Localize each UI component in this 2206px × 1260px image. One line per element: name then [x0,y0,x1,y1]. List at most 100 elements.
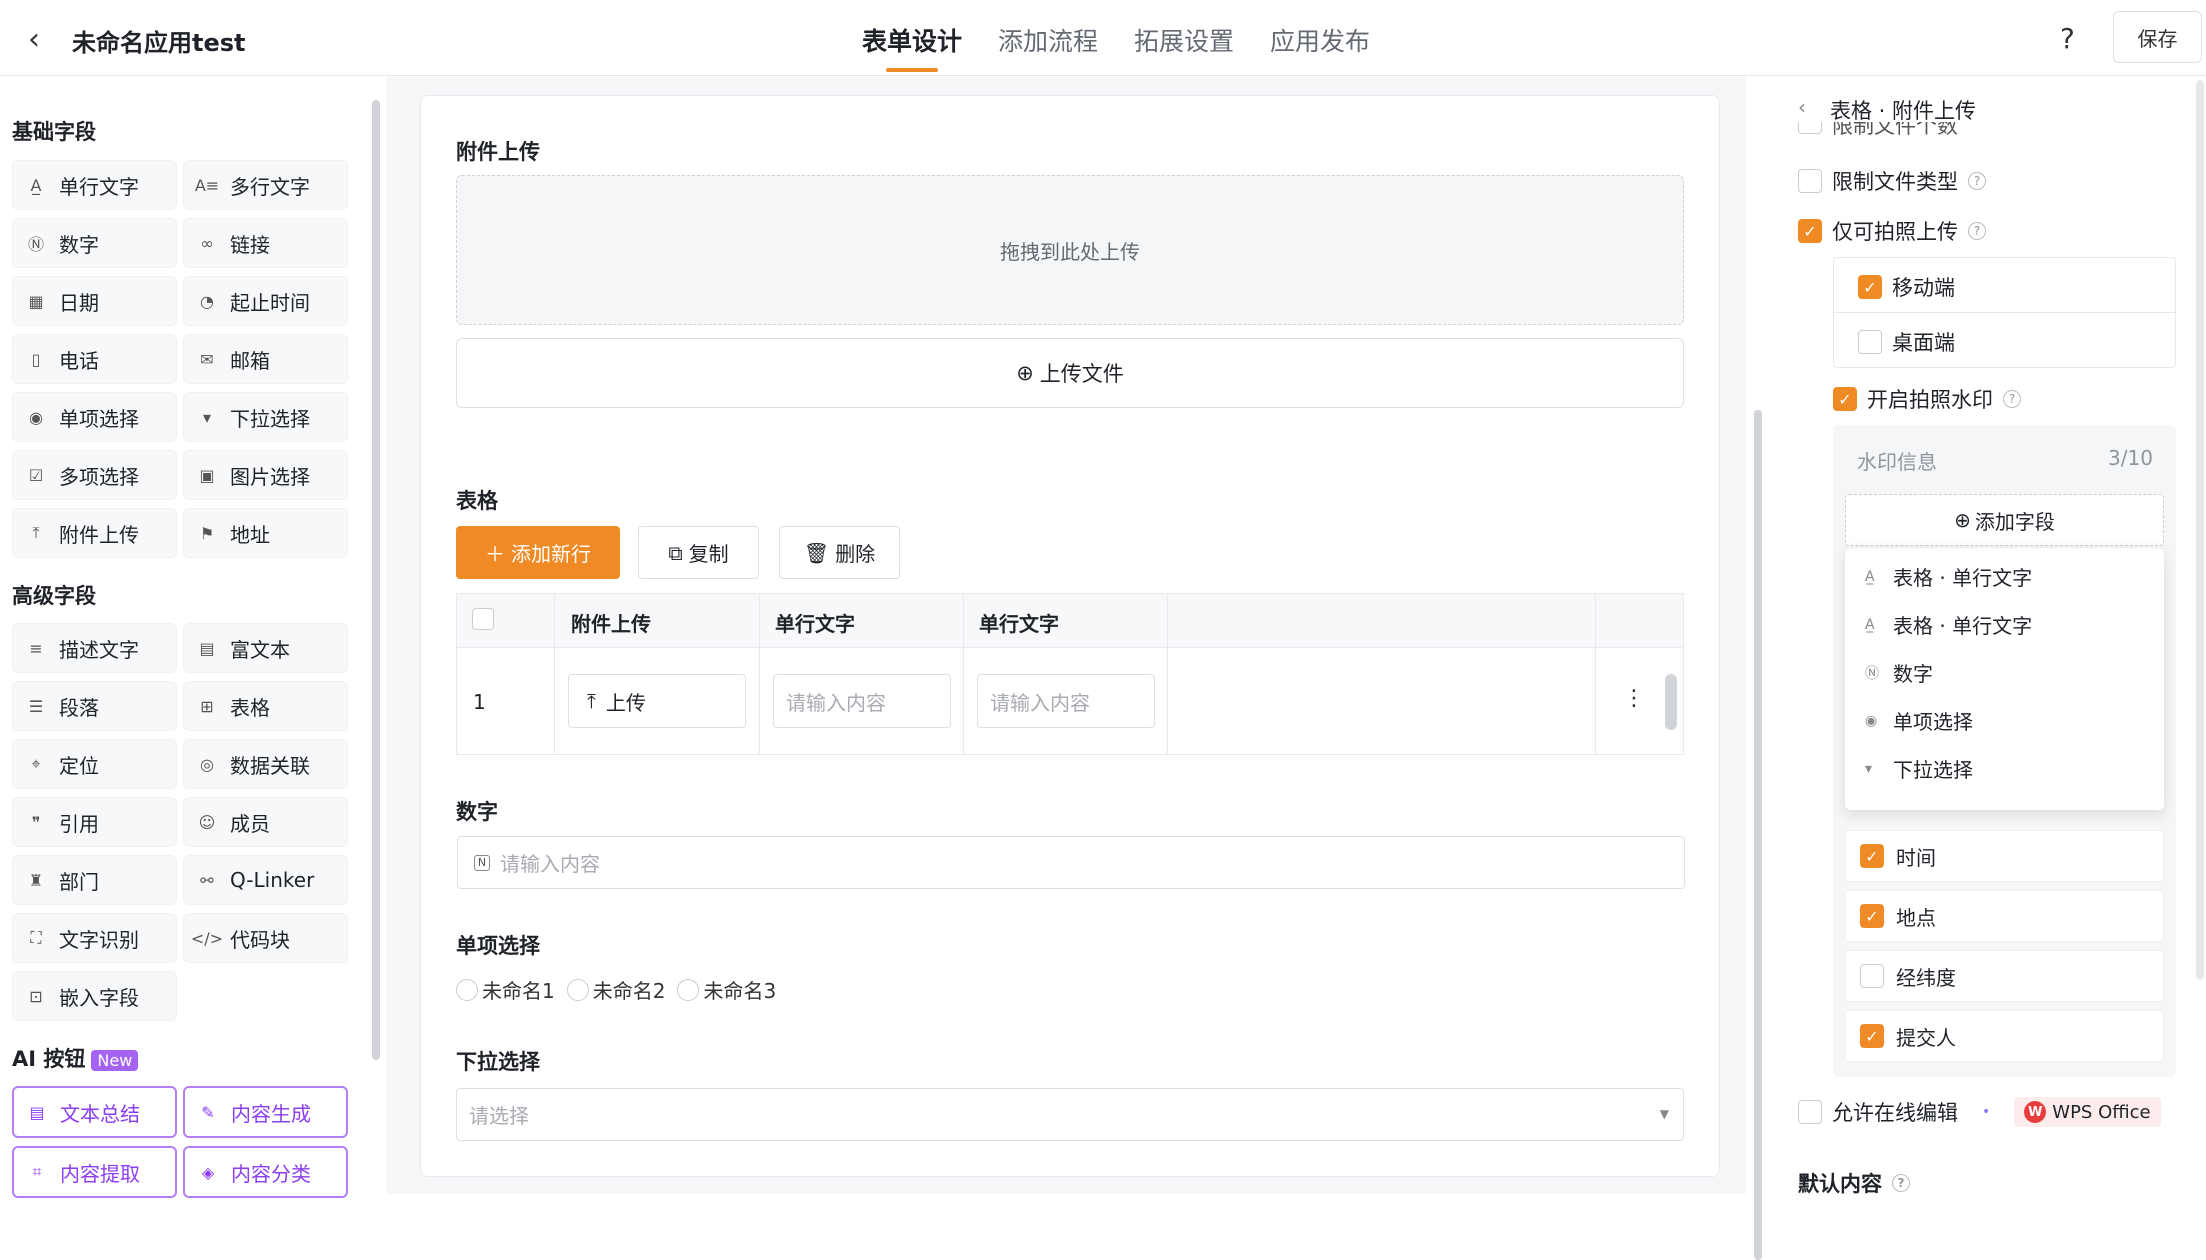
checkbox-checked[interactable]: ✓ [1860,844,1884,868]
upload-icon: ⤒ [32,523,40,542]
watermark-item[interactable]: ✓ 地点 [1845,890,2164,942]
dropdown-menu-item[interactable]: A̲ 表格 · 单行文字 [1865,562,2032,591]
field-button-address[interactable]: ⚑ 地址 [183,508,348,558]
field-button-reference[interactable]: ❞ 引用 [12,797,177,847]
field-button-embed[interactable]: ⊡ 嵌入字段 [12,971,177,1021]
photo-only-option[interactable]: ✓ 仅可拍照上传? [1798,216,1986,246]
field-button-multi-line-text[interactable]: A≡ 多行文字 [183,160,348,210]
field-button-link[interactable]: ∞ 链接 [183,218,348,268]
canvas-scrollbar[interactable] [1752,80,1764,1260]
number-placeholder: 请输入内容 [500,852,600,876]
checkbox[interactable] [1860,964,1884,988]
canvas-scroll-thumb[interactable] [1754,410,1762,1260]
back-arrow-icon[interactable]: ‹ [28,22,40,57]
col-divider [1167,594,1168,754]
field-button-image[interactable]: ▣ 图片选择 [183,450,348,500]
field-button-ocr[interactable]: ⛶ 文字识别 [12,913,177,963]
field-button-paragraph[interactable]: ☰ 段落 [12,681,177,731]
tab-extension-settings[interactable]: 拓展设置 [1134,22,1234,68]
cell-text-input[interactable]: 请输入内容 [977,674,1155,728]
number-input[interactable]: N 请输入内容 [457,836,1685,889]
field-button-date[interactable]: ▦ 日期 [12,276,177,326]
dropdown-select[interactable]: 请选择 ▼ [456,1088,1684,1141]
delete-button[interactable]: 🗑 删除 [779,526,900,579]
sidebar-scrollbar[interactable] [370,80,382,1190]
upload-dropzone[interactable]: 拖拽到此处上传 [456,175,1684,325]
watermark-item-label: 经纬度 [1896,965,1956,990]
field-button-time-range[interactable]: ◔ 起止时间 [183,276,348,326]
mobile-option[interactable]: ✓ 移动端 [1858,272,1955,302]
field-button-extract[interactable]: ⌗ 内容提取 [12,1146,177,1198]
field-button-radio[interactable]: ◉ 单项选择 [12,392,177,442]
checkbox-checked[interactable]: ✓ [1798,219,1822,243]
add-row-button[interactable]: ＋添加新行 [456,526,620,579]
field-button-checkbox[interactable]: ☑ 多项选择 [12,450,177,500]
row-more-icon[interactable]: ⋮ [1623,686,1645,711]
field-button-generate[interactable]: ✎ 内容生成 [183,1086,348,1138]
checkbox[interactable] [1798,122,1822,134]
tab-form-design[interactable]: 表单设计 [862,22,962,72]
radio-option[interactable]: 未命名1 [456,975,555,1004]
field-button-number[interactable]: Ⓝ 数字 [12,218,177,268]
field-button-description[interactable]: ≡ 描述文字 [12,623,177,673]
field-button-data-link[interactable]: ◎ 数据关联 [183,739,348,789]
copy-label: 复制 [688,542,729,566]
limit-file-type-option[interactable]: 限制文件类型? [1798,166,1986,196]
field-button-rich-text[interactable]: ▤ 富文本 [183,623,348,673]
field-button-single-line-text[interactable]: A̲ 单行文字 [12,160,177,210]
help-icon[interactable]: ? [1968,222,1986,240]
watermark-item[interactable]: ✓ 提交人 [1845,1010,2164,1062]
save-button[interactable]: 保存 [2113,11,2202,63]
checkbox[interactable] [1858,330,1882,354]
menu-item-label: 表格 · 单行文字 [1893,614,2033,638]
copy-button[interactable]: ⧉ 复制 [638,526,759,579]
desktop-option[interactable]: 桌面端 [1858,327,1955,357]
field-button-code[interactable]: </> 代码块 [183,913,348,963]
field-button-department[interactable]: ♜ 部门 [12,855,177,905]
field-button-location[interactable]: ⌖ 定位 [12,739,177,789]
panel-back-icon[interactable]: ‹ [1798,95,1806,119]
field-button-classify[interactable]: ◈ 内容分类 [183,1146,348,1198]
field-button-email[interactable]: ✉ 邮箱 [183,334,348,384]
help-icon[interactable]: ? [1968,172,1986,190]
help-icon[interactable]: ? [1892,1174,1910,1192]
checkbox[interactable] [1798,1100,1822,1124]
upload-file-button[interactable]: ⊕ 上传文件 [456,338,1684,408]
wps-office-badge[interactable]: W WPS Office [2014,1097,2161,1127]
table-scrollbar[interactable] [1665,674,1677,730]
panel-scrollbar[interactable] [2196,80,2204,980]
radio-option[interactable]: 未命名3 [677,975,776,1004]
field-button-summary[interactable]: ▤ 文本总结 [12,1086,177,1138]
checkbox[interactable] [1798,169,1822,193]
checkbox-checked[interactable]: ✓ [1860,1024,1884,1048]
select-all-checkbox[interactable] [472,608,494,630]
add-field-button[interactable]: ⊕ 添加字段 [1845,494,2164,546]
sidebar-scroll-thumb[interactable] [372,100,380,1060]
cell-upload-button[interactable]: ⤒ 上传 [568,674,746,728]
watermark-item[interactable]: 经纬度 [1845,950,2164,1002]
checkbox-checked[interactable]: ✓ [1858,275,1882,299]
field-button-qlinker[interactable]: ⚯ Q-Linker [183,855,348,905]
cell-text-input[interactable]: 请输入内容 [773,674,951,728]
help-icon[interactable]: ? [2060,22,2075,55]
dropdown-menu-item[interactable]: ◉ 单项选择 [1865,706,1973,735]
watermark-option[interactable]: ✓ 开启拍照水印? [1833,384,2021,414]
field-button-phone[interactable]: ▯ 电话 [12,334,177,384]
field-button-member[interactable]: ☺ 成员 [183,797,348,847]
tab-add-process[interactable]: 添加流程 [998,22,1098,68]
field-button-dropdown[interactable]: ▾ 下拉选择 [183,392,348,442]
checkbox-checked[interactable]: ✓ [1833,387,1857,411]
field-button-table[interactable]: ⊞ 表格 [183,681,348,731]
field-button-label: 多项选择 [59,464,139,489]
online-edit-option[interactable]: 允许在线编辑 • W WPS Office [1798,1097,2161,1127]
dropdown-menu-item[interactable]: A̲ 表格 · 单行文字 [1865,610,2032,639]
dropdown-menu-item[interactable]: ▾ 下拉选择 [1865,754,1973,783]
tab-app-publish[interactable]: 应用发布 [1270,22,1370,68]
radio-option[interactable]: 未命名2 [566,975,665,1004]
checkbox-checked[interactable]: ✓ [1860,904,1884,928]
field-button-upload[interactable]: ⤒ 附件上传 [12,508,177,558]
dropdown-menu-item[interactable]: Ⓝ 数字 [1865,658,1933,687]
field-button-label: 单项选择 [59,406,139,431]
watermark-item[interactable]: ✓ 时间 [1845,830,2164,882]
help-icon[interactable]: ? [2003,390,2021,408]
